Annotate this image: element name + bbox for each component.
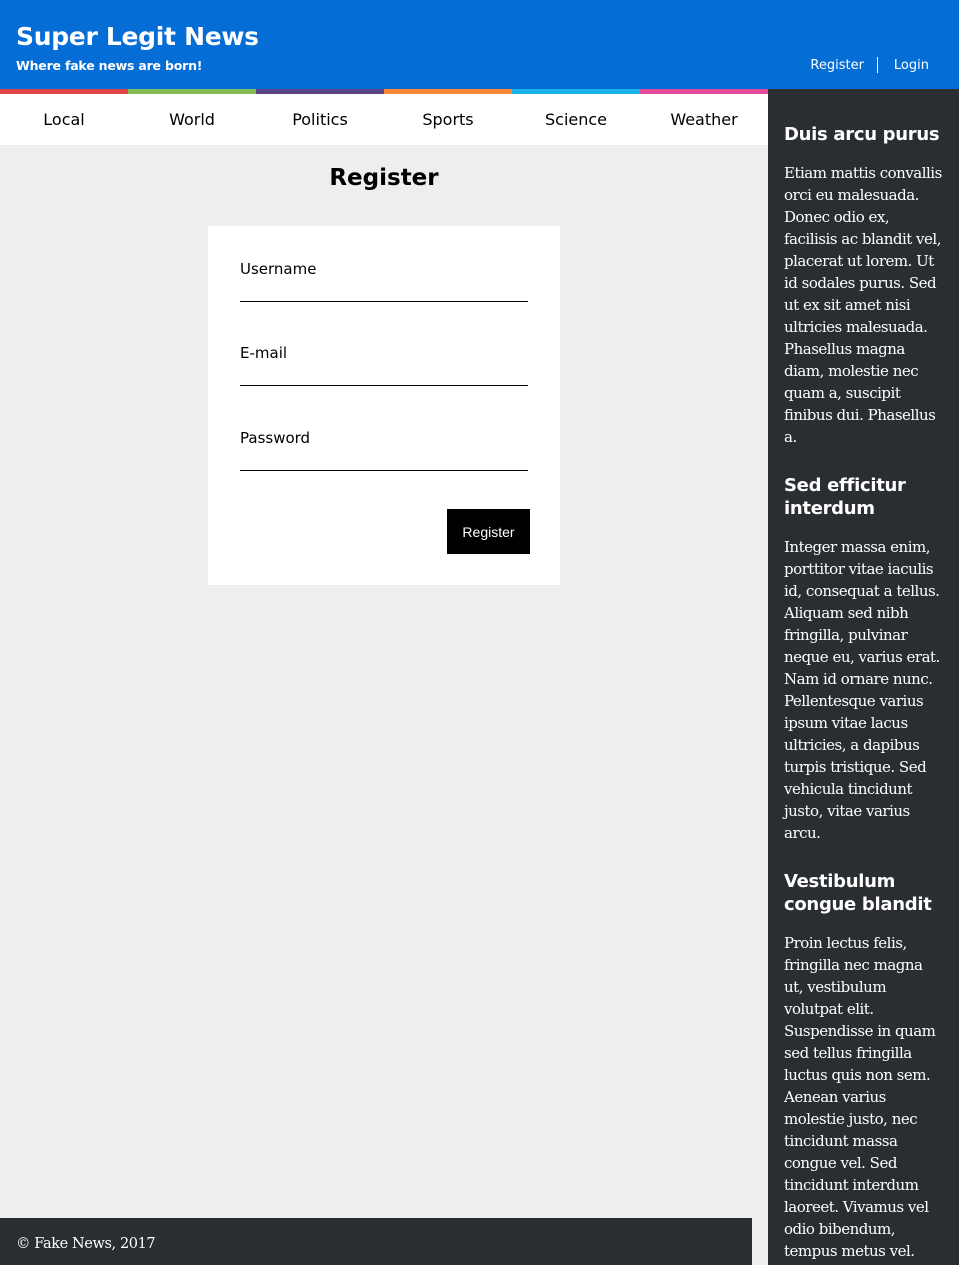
auth-divider xyxy=(876,57,878,73)
sidebar-section-body: Proin lectus felis, fringilla nec magna … xyxy=(784,934,936,1260)
username-input[interactable] xyxy=(240,280,528,302)
nav-item-world[interactable]: World xyxy=(128,89,256,145)
email-label: E-mail xyxy=(240,344,288,362)
sidebar-section-title: Sed efficitur interdum xyxy=(784,475,906,519)
nav-color-bar xyxy=(384,89,512,94)
password-input[interactable] xyxy=(240,449,528,471)
register-submit-button[interactable]: Register xyxy=(447,509,530,554)
nav-item-label: Science xyxy=(544,110,608,129)
register-form: Username E-mail Password Register xyxy=(208,226,560,585)
site-header: Super Legit News Where fake news are bor… xyxy=(0,0,959,89)
site-tagline: Where fake news are born! xyxy=(16,58,203,73)
sidebar: Duis arcu purus Etiam mattis convallis o… xyxy=(768,89,959,1265)
nav-item-label: Local xyxy=(43,110,85,129)
sidebar-section-title: Vestibulum congue blandit xyxy=(784,871,932,915)
site-footer: © Fake News, 2017 xyxy=(0,1218,752,1265)
login-link[interactable]: Login xyxy=(894,58,929,73)
nav-item-weather[interactable]: Weather xyxy=(640,89,768,145)
sidebar-section: Vestibulum congue blandit Proin lectus f… xyxy=(784,870,943,1262)
username-field-group: Username xyxy=(240,260,528,302)
email-input[interactable] xyxy=(240,364,528,386)
nav-item-politics[interactable]: Politics xyxy=(256,89,384,145)
nav-color-bar xyxy=(0,89,128,94)
sidebar-section: Duis arcu purus Etiam mattis convallis o… xyxy=(784,123,943,448)
nav-item-local[interactable]: Local xyxy=(0,89,128,145)
nav-item-sports[interactable]: Sports xyxy=(384,89,512,145)
auth-links: Register Login xyxy=(810,57,929,73)
page-title: Register xyxy=(329,165,439,191)
site-title[interactable]: Super Legit News xyxy=(16,22,259,51)
nav-item-label: World xyxy=(169,110,215,129)
sidebar-section-title: Duis arcu purus xyxy=(784,124,940,145)
sidebar-section-body: Etiam mattis convallis orci eu malesuada… xyxy=(784,164,942,446)
password-field-group: Password xyxy=(240,429,528,471)
copyright-text: © Fake News, 2017 xyxy=(16,1236,156,1252)
username-label: Username xyxy=(240,260,317,278)
sidebar-section: Sed efficitur interdum Integer massa eni… xyxy=(784,474,943,844)
nav-item-label: Sports xyxy=(422,110,474,129)
nav-color-bar xyxy=(128,89,256,94)
nav-item-label: Politics xyxy=(292,110,348,129)
sidebar-section-body: Integer massa enim, porttitor vitae iacu… xyxy=(784,538,940,842)
nav-color-bar xyxy=(256,89,384,94)
nav-item-science[interactable]: Science xyxy=(512,89,640,145)
nav-color-bar xyxy=(640,89,768,94)
register-link[interactable]: Register xyxy=(810,58,864,73)
nav-color-bar xyxy=(512,89,640,94)
category-nav: Local World Politics Sports Science Weat… xyxy=(0,89,768,145)
nav-item-label: Weather xyxy=(670,110,738,129)
email-field-group: E-mail xyxy=(240,344,528,386)
password-label: Password xyxy=(240,429,311,447)
